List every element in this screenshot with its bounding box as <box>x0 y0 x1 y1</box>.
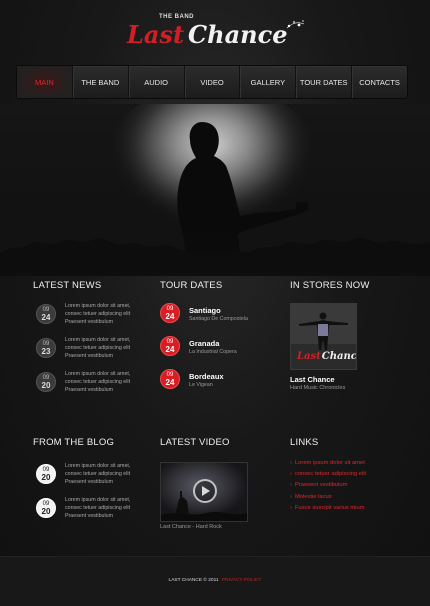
date-day: 23 <box>41 347 51 356</box>
news-snippet[interactable]: Lorem ipsum dolor sit amet, consec tetue… <box>65 370 150 394</box>
tour-city[interactable]: Granada <box>189 339 219 348</box>
news-snippet[interactable]: Lorem ipsum dolor sit amet, consec tetue… <box>65 336 150 360</box>
arrow-right-icon: › <box>290 471 292 478</box>
tour-date-badge: 09 24 <box>160 369 180 389</box>
date-day: 24 <box>165 378 175 387</box>
news-snippet-line: Praesent vestibulum <box>65 319 113 325</box>
links-list: › Lorem ipsum dolor sit amet › consec tetu… <box>290 458 366 514</box>
latest-news-title: LATEST NEWS <box>33 280 102 291</box>
date-day: 24 <box>41 313 51 322</box>
logo-wordmark: Last Chance <box>127 20 287 49</box>
news-date-badge: 09 20 <box>36 372 56 392</box>
link-label: Praesent vestibulum <box>294 482 348 489</box>
tour-date-badge: 09 24 <box>160 303 180 323</box>
link-item[interactable]: › consec tetuer adipiscing elit <box>290 469 366 480</box>
site-logo[interactable]: THE BAND Last Chance <box>125 12 305 54</box>
latest-video-title: LATEST VIDEO <box>160 437 230 448</box>
play-icon[interactable] <box>193 479 217 503</box>
arrow-right-icon: › <box>290 482 292 489</box>
links-title: LINKS <box>290 437 319 448</box>
blog-snippet[interactable]: Lorem ipsum dolor sit amet, consec tetue… <box>65 462 150 486</box>
link-label: consec tetuer adipiscing elit <box>294 471 367 478</box>
link-label: Fusce suscipit varius mium <box>294 504 365 511</box>
logo-word-chance: Chance <box>188 20 288 49</box>
nav-tour-dates[interactable]: TOUR DATES <box>296 66 353 98</box>
news-date-badge: 09 23 <box>36 338 56 358</box>
footer-copyright: LAST CHANCE © 2011 <box>168 578 219 583</box>
tour-city[interactable]: Bordeaux <box>189 372 224 381</box>
date-day: 24 <box>165 345 175 354</box>
blog-snippet-line: Lorem ipsum dolor sit amet, <box>65 497 131 503</box>
news-snippet-line: consec tetuer adipiscing elit <box>65 379 131 385</box>
album-title[interactable]: Last Chance <box>290 375 335 384</box>
arrow-right-icon: › <box>290 460 292 466</box>
tour-venue: La Industrial Copera <box>189 349 237 355</box>
nav-the-band[interactable]: THE BAND <box>73 66 129 98</box>
news-snippet-line: Lorem ipsum dolor sit amet, <box>65 337 131 343</box>
page-background: THE BAND Last Chance MAIN THE BAND AUDIO … <box>0 0 430 606</box>
news-snippet-line: consec tetuer adipiscing elit <box>65 311 131 317</box>
tour-dates-title: TOUR DATES <box>160 280 223 291</box>
tour-city[interactable]: Santiago <box>189 306 221 315</box>
logo-word-last: Last <box>127 20 185 49</box>
arrow-right-icon: › <box>290 504 292 511</box>
logo-splash-icon <box>286 20 305 29</box>
album-cover-word-last: Last <box>297 351 321 362</box>
news-snippet-line: Praesent vestibulum <box>65 353 113 359</box>
news-snippet-line: Lorem ipsum dolor sit amet, <box>65 303 131 309</box>
album-label: Hard Music Chronicles <box>290 385 346 391</box>
news-snippet-line: consec tetuer adipiscing elit <box>65 345 131 351</box>
nav-contacts[interactable]: CONTACTS <box>352 66 407 98</box>
link-item[interactable]: › Fusce suscipit varius mium <box>290 503 366 514</box>
tour-venue: Le Vigean <box>189 382 213 388</box>
blog-snippet-line: Praesent vestibulum <box>65 479 113 485</box>
nav-gallery[interactable]: GALLERY <box>240 66 297 98</box>
main-navigation: MAIN THE BAND AUDIO VIDEO GALLERY TOUR D… <box>16 65 408 99</box>
video-thumbnail[interactable] <box>160 462 248 522</box>
link-item[interactable]: › Molestie lacus <box>290 492 366 503</box>
arrow-right-icon: › <box>290 493 292 500</box>
privacy-policy-link[interactable]: PRIVACY POLICY <box>222 578 262 583</box>
date-day: 20 <box>41 507 51 516</box>
blog-snippet[interactable]: Lorem ipsum dolor sit amet, consec tetue… <box>65 496 150 520</box>
in-stores-title: IN STORES NOW <box>290 280 370 291</box>
nav-audio[interactable]: AUDIO <box>129 66 185 98</box>
news-snippet-line: Lorem ipsum dolor sit amet, <box>65 371 131 377</box>
blog-snippet-line: Lorem ipsum dolor sit amet, <box>65 463 131 469</box>
video-caption: Last Chance - Hard Rock <box>160 524 222 530</box>
album-cover[interactable]: LastChance <box>290 303 357 370</box>
news-snippet[interactable]: Lorem ipsum dolor sit amet, consec tetue… <box>65 302 150 326</box>
date-day: 24 <box>165 312 175 321</box>
link-item[interactable]: › Lorem ipsum dolor sit amet <box>290 458 366 469</box>
tour-venue: Santiago De Compostela <box>189 316 248 322</box>
album-cover-text: LastChance <box>297 351 357 362</box>
blog-snippet-line: consec tetuer adipiscing elit <box>65 471 131 477</box>
album-cover-word-chance: Chance <box>321 351 357 362</box>
date-day: 20 <box>41 473 51 482</box>
blog-snippet-line: consec tetuer adipiscing elit <box>65 505 131 511</box>
footer: LAST CHANCE © 2011 PRIVACY POLICY <box>0 556 430 606</box>
link-label: Molestie lacus <box>294 493 332 500</box>
blog-snippet-line: Praesent vestibulum <box>65 513 113 519</box>
link-item[interactable]: › Praesent vestibulum <box>290 480 366 491</box>
date-day: 20 <box>41 381 51 390</box>
footer-text: LAST CHANCE © 2011 PRIVACY POLICY <box>0 578 430 583</box>
nav-main[interactable]: MAIN <box>17 66 73 98</box>
nav-video[interactable]: VIDEO <box>185 66 241 98</box>
hero-image <box>0 104 430 276</box>
blog-date-badge: 09 20 <box>36 464 56 484</box>
news-date-badge: 09 24 <box>36 304 56 324</box>
blog-date-badge: 09 20 <box>36 498 56 518</box>
link-label: Lorem ipsum dolor sit amet <box>294 460 365 466</box>
tour-date-badge: 09 24 <box>160 336 180 356</box>
news-snippet-line: Praesent vestibulum <box>65 387 113 393</box>
blog-title: FROM THE BLOG <box>33 437 115 448</box>
